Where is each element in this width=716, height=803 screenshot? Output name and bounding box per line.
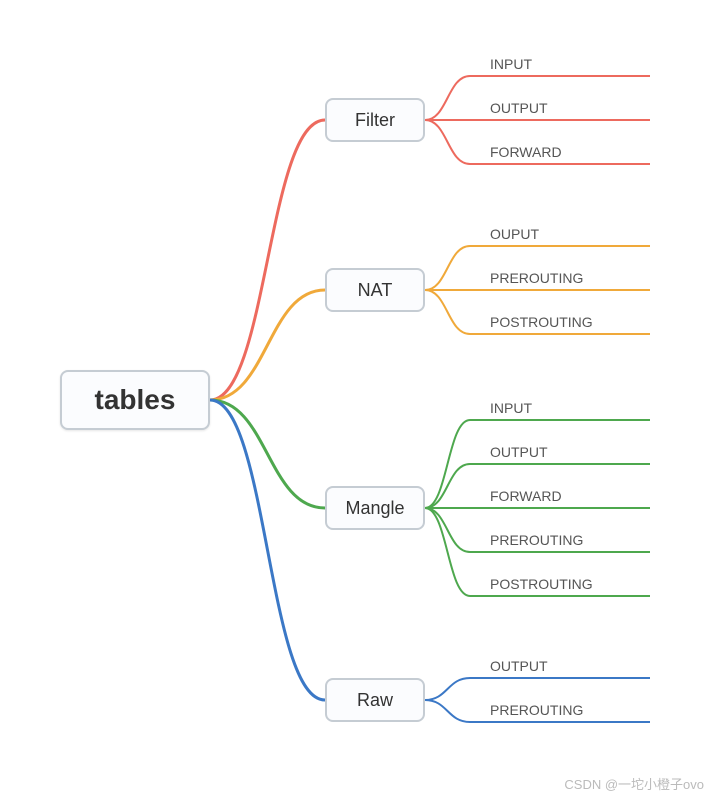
- watermark: CSDN @一坨小橙子ovo: [564, 774, 704, 793]
- table-node-raw: Raw: [325, 678, 425, 722]
- chain-raw-output: OUTPUT: [490, 658, 548, 674]
- chain-mangle-prerouting: PREROUTING: [490, 532, 583, 548]
- table-node-filter: Filter: [325, 98, 425, 142]
- chain-mangle-forward: FORWARD: [490, 488, 562, 504]
- chain-nat-prerouting: PREROUTING: [490, 270, 583, 286]
- chain-filter-input: INPUT: [490, 56, 532, 72]
- chain-nat-postrouting: POSTROUTING: [490, 314, 593, 330]
- chain-mangle-postrouting: POSTROUTING: [490, 576, 593, 592]
- table-label: Mangle: [345, 498, 404, 519]
- chain-filter-forward: FORWARD: [490, 144, 562, 160]
- table-node-nat: NAT: [325, 268, 425, 312]
- chain-mangle-output: OUTPUT: [490, 444, 548, 460]
- chain-nat-ouput: OUPUT: [490, 226, 539, 242]
- chain-mangle-input: INPUT: [490, 400, 532, 416]
- table-label: NAT: [358, 280, 393, 301]
- chain-filter-output: OUTPUT: [490, 100, 548, 116]
- table-label: Raw: [357, 690, 393, 711]
- root-label: tables: [95, 384, 176, 416]
- table-node-mangle: Mangle: [325, 486, 425, 530]
- root-node: tables: [60, 370, 210, 430]
- table-label: Filter: [355, 110, 395, 131]
- chain-raw-prerouting: PREROUTING: [490, 702, 583, 718]
